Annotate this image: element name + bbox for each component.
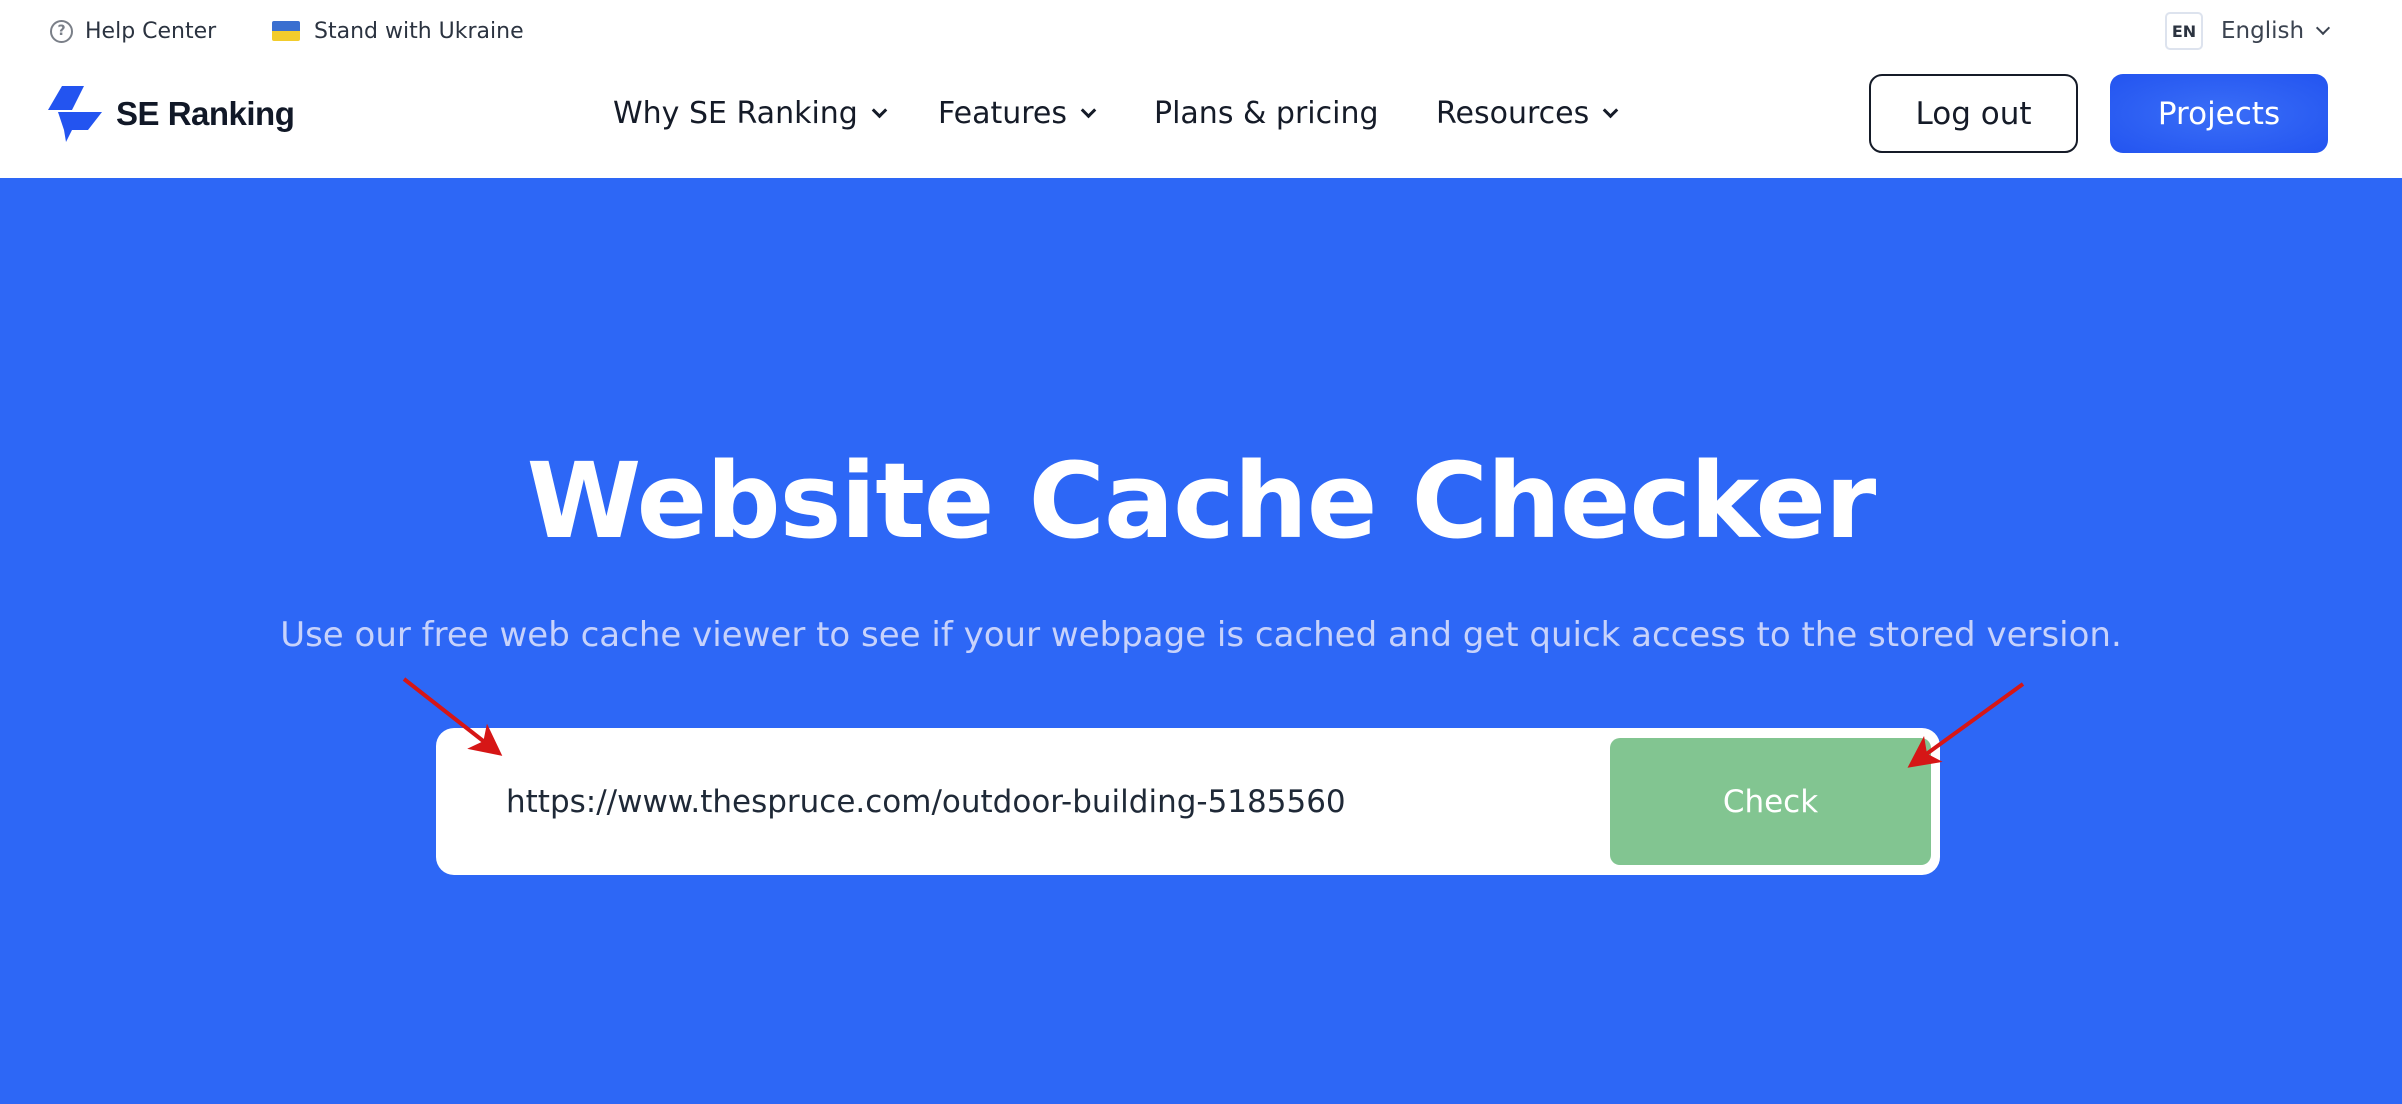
question-circle-icon: ?	[50, 19, 73, 43]
stand-with-ukraine-label: Stand with Ukraine	[314, 18, 524, 44]
nav-features[interactable]: Features	[938, 88, 1097, 138]
help-center-label: Help Center	[85, 18, 217, 44]
check-button[interactable]: Check	[1610, 738, 1931, 865]
language-selector[interactable]: EN English	[2165, 12, 2331, 50]
logout-button[interactable]: Log out	[1869, 74, 2078, 153]
language-label: English	[2221, 18, 2305, 44]
nav-plans-pricing[interactable]: Plans & pricing	[1154, 88, 1379, 138]
help-center-link[interactable]: ? Help Center	[50, 12, 216, 50]
page-title: Website Cache Checker	[526, 440, 1877, 562]
site-header: ? Help Center Stand with Ukraine EN Engl…	[0, 0, 2402, 178]
ukraine-flag-icon	[272, 21, 300, 41]
chevron-down-icon	[1080, 102, 1097, 118]
chevron-down-icon	[1602, 102, 1619, 118]
stand-with-ukraine-link[interactable]: Stand with Ukraine	[272, 12, 524, 50]
nav-why-se-ranking[interactable]: Why SE Ranking	[613, 88, 888, 138]
chevron-down-icon	[2315, 20, 2331, 36]
nav-resources-label: Resources	[1436, 95, 1590, 131]
projects-button[interactable]: Projects	[2110, 74, 2328, 153]
nav-features-label: Features	[938, 95, 1067, 131]
nav-resources[interactable]: Resources	[1436, 88, 1619, 138]
nav-why-se-ranking-label: Why SE Ranking	[613, 95, 858, 131]
nav-plans-pricing-label: Plans & pricing	[1154, 95, 1379, 131]
se-ranking-logo-icon	[48, 86, 102, 142]
chevron-down-icon	[871, 102, 888, 118]
brand-name: SE Ranking	[116, 95, 295, 132]
page-subtitle: Use our free web cache viewer to see if …	[280, 615, 2122, 655]
url-check-form: Check	[436, 728, 1940, 875]
se-ranking-logo[interactable]: SE Ranking	[48, 84, 295, 144]
language-code-badge: EN	[2165, 12, 2203, 50]
url-input[interactable]	[506, 768, 1586, 836]
